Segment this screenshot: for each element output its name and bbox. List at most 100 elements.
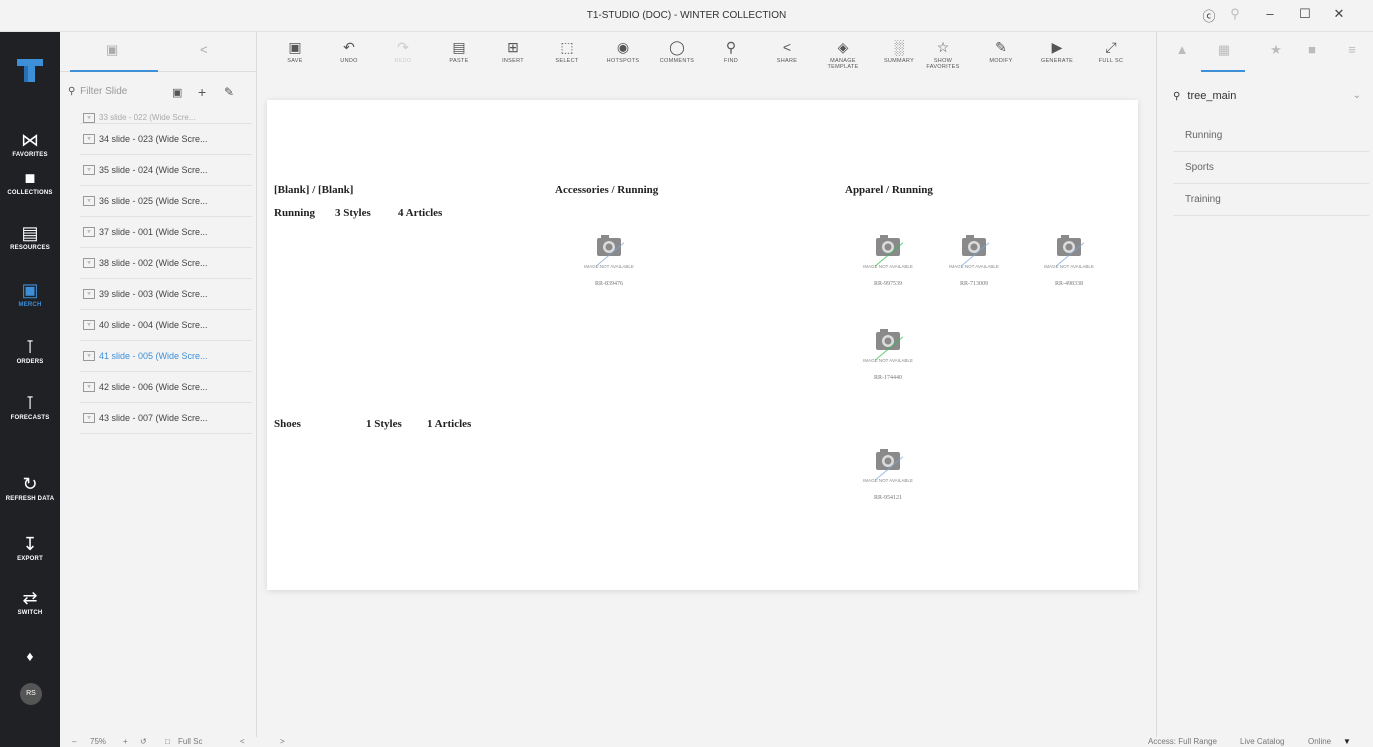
list-item[interactable]: ▿ 39 slide - 003 (Wide Scre... [80,279,252,310]
table-icon[interactable]: ▦ [1215,42,1233,58]
slides-tabs: ▣ < [60,32,256,72]
tree-selector[interactable]: ⚲ tree_main ⌄ [1173,90,1369,102]
play-icon: ▶ [1051,39,1063,55]
notification-icon[interactable]: ♦ [0,645,60,667]
slide-icon: ▿ [83,227,95,237]
insert-button[interactable]: ⊞ INSERT [487,36,539,64]
minimize-icon[interactable]: – [1259,6,1281,21]
slide-list: ▿ 33 slide - 022 (Wide Scre... ▿ 34 slide … [80,112,252,434]
edit-icon[interactable]: ✎ [224,85,234,99]
add-section-icon[interactable]: ▣ [172,86,182,99]
maximize-icon[interactable]: ☐ [1294,6,1316,22]
rail-item-merch[interactable]: ▣ MERCH [0,279,60,308]
list-item[interactable]: ▿ 36 slide - 025 (Wide Scre... [80,186,252,217]
prev-slide-icon[interactable]: < [240,737,245,746]
rail-item-switch[interactable]: ⇄ SWITCH [0,587,60,616]
slide-canvas[interactable]: [Blank] / [Blank] Accessories / Running … [267,100,1138,590]
full-sc-button[interactable]: ⤢ FULL SC [1085,36,1137,64]
running-styles: 3 Styles [335,207,371,219]
zoom-out-icon[interactable]: – [72,737,76,746]
rail-item-collections[interactable]: ■ COLLECTIONS [0,167,60,196]
tree-item[interactable]: Sports [1173,152,1369,184]
full-screen-icon[interactable]: □ [165,737,170,746]
rail-item-forecasts[interactable]: ⊺ FORECASTS [0,392,60,421]
fullscreen-icon: ⤢ [1105,39,1117,55]
redo-button[interactable]: ↷ REDO [377,36,429,64]
list-item[interactable]: ▿ 37 slide - 001 (Wide Scre... [80,217,252,248]
help-icon[interactable]: ⓒ [1198,6,1220,25]
app-logo [17,59,43,82]
article-code: RR-498338 [1054,281,1083,287]
show-favorites-button[interactable]: ☆ SHOW FAVORITES [917,36,969,70]
folder-icon: ■ [24,168,36,188]
tree-item[interactable]: Running [1173,120,1369,152]
star-icon[interactable]: ★ [1267,42,1285,58]
slide-label: 34 slide - 023 (Wide Scre... [99,133,208,144]
paste-button[interactable]: ▤ PASTE [433,36,485,64]
slide-icon: ▿ [83,258,95,268]
article-code: RR-713009 [959,281,988,287]
zoom-icon[interactable]: ⚲ [1224,6,1246,22]
toolbar-label: REDO [394,58,412,64]
close-icon[interactable]: ✕ [1328,6,1350,22]
tree-selector-value: tree_main [1187,90,1237,102]
comments-button[interactable]: ◯ COMMENTS [651,36,703,64]
not-available-text: IMAGE NOT AVAILABLE [863,478,913,483]
list-item[interactable]: ▿ 41 slide - 005 (Wide Scre... [80,341,252,372]
generate-button[interactable]: ▶ GENERATE [1031,36,1083,64]
reset-zoom-icon[interactable]: ↺ [140,737,147,746]
rail-item-export[interactable]: ↧ EXPORT [0,533,60,562]
hotspots-button[interactable]: ◉ HOTSPOTS [597,36,649,64]
shoes-styles: 1 Styles [366,418,402,430]
list-item[interactable]: ▿ 34 slide - 023 (Wide Scre... [80,124,252,155]
add-slide-icon[interactable]: + [198,84,206,100]
rail-item-refresh-data[interactable]: ↻ REFRESH DATA [0,473,60,502]
list-item[interactable]: ▿ 33 slide - 022 (Wide Scre... [80,112,252,124]
save-button[interactable]: ▣ SAVE [269,36,321,64]
tree-item[interactable]: Training [1173,184,1369,216]
undo-button[interactable]: ↶ UNDO [323,36,375,64]
modify-button[interactable]: ✎ MODIFY [975,36,1027,64]
zoom-in-icon[interactable]: + [123,737,128,746]
next-slide-icon[interactable]: > [280,737,285,746]
catalog-status: Live Catalog [1240,737,1285,746]
article-code: RR-174440 [873,375,902,381]
full-screen-label[interactable]: Full Sc [178,737,202,746]
filter-icon[interactable]: ≡ [1343,42,1361,58]
avatar[interactable]: RS [20,683,42,705]
slide-label: 42 slide - 006 (Wide Scre... [99,381,208,392]
manage-template-button[interactable]: ◈ MANAGE TEMPLATE [817,36,869,70]
toolbar-label: HOTSPOTS [606,58,640,64]
box-icon[interactable]: ■ [1303,42,1321,58]
list-item[interactable]: ▿ 35 slide - 024 (Wide Scre... [80,155,252,186]
slides-tab-icon[interactable]: ▣ [106,42,118,58]
insert-icon: ⊞ [507,39,519,55]
slide-icon: ▿ [83,165,95,175]
filter-input[interactable]: Filter Slide [80,86,127,97]
running-label: Running [274,207,315,219]
wifi-icon: ▼ [1343,737,1351,746]
list-item[interactable]: ▿ 42 slide - 006 (Wide Scre... [80,372,252,403]
rail-item-resources[interactable]: ▤ RESOURCES [0,222,60,251]
not-available-text: IMAGE NOT AVAILABLE [584,264,634,269]
rail-item-favorites[interactable]: ⋈ FAVORITES [0,129,60,158]
not-available-text: IMAGE NOT AVAILABLE [1044,264,1094,269]
list-item[interactable]: ▿ 43 slide - 007 (Wide Scre... [80,403,252,434]
list-item[interactable]: ▿ 40 slide - 004 (Wide Scre... [80,310,252,341]
shirt-icon[interactable]: ▲ [1173,42,1191,58]
rail-label: COLLECTIONS [7,190,53,196]
select-button[interactable]: ⬚ SELECT [541,36,593,64]
slide-label: 33 slide - 022 (Wide Scre... [99,112,196,122]
template-icon: ◈ [837,39,849,55]
select-icon: ⬚ [560,39,574,55]
rail-item-orders[interactable]: ⊺ ORDERS [0,336,60,365]
header-blank: [Blank] / [Blank] [274,184,354,196]
share-tab-icon[interactable]: < [200,42,208,57]
bowtie-icon: ⋈ [21,130,39,150]
list-item[interactable]: ▿ 38 slide - 002 (Wide Scre... [80,248,252,279]
share-button[interactable]: < SHARE [761,36,813,64]
find-button[interactable]: ⚲ FIND [705,36,757,64]
toolbar-label: FULL SC [1098,58,1124,64]
rail-label: MERCH [18,302,42,308]
slide-filter: ⚲ Filter Slide ▣ + ✎ [68,84,253,106]
